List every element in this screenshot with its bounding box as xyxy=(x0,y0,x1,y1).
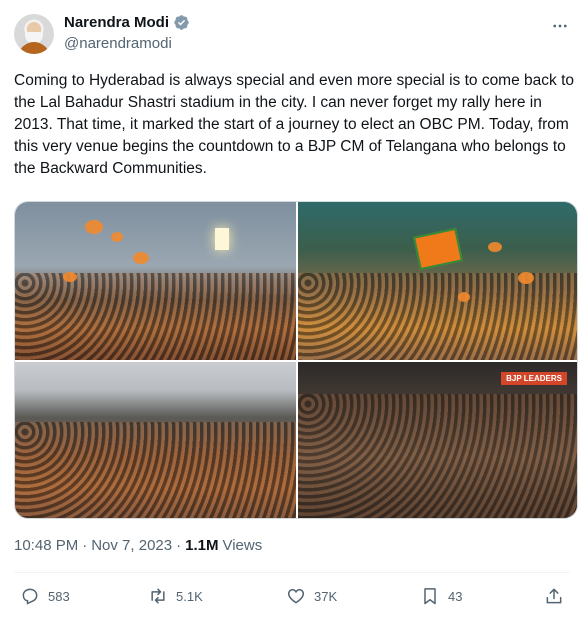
author-name-row: Narendra Modi xyxy=(64,14,190,31)
avatar[interactable] xyxy=(14,14,54,54)
verified-badge-icon xyxy=(174,15,189,30)
meta-separator: · xyxy=(82,537,88,554)
confetti xyxy=(133,252,149,264)
views-label: Views xyxy=(222,537,263,554)
tweet-metadata: 10:48 PM · Nov 7, 2023 · 1.1M Views xyxy=(14,537,262,554)
photo-2-flag-crowd[interactable] xyxy=(298,202,577,360)
repost-button[interactable]: 5.1K xyxy=(148,586,203,606)
repost-icon xyxy=(151,588,165,604)
reply-count: 583 xyxy=(48,588,70,604)
meta-separator: · xyxy=(176,537,182,554)
action-bar: 583 5.1K 37K 43 xyxy=(14,584,570,608)
crowd-texture xyxy=(15,422,296,518)
photo-4-night-crowd[interactable]: BJP LEADERS xyxy=(298,362,577,518)
more-options-icon[interactable] xyxy=(550,16,570,36)
like-count: 37K xyxy=(314,588,338,604)
repost-count: 5.1K xyxy=(176,588,203,604)
reply-button[interactable]: 583 xyxy=(20,586,70,606)
crowd-texture xyxy=(298,393,577,518)
floodlight xyxy=(215,228,229,250)
tweet-date[interactable]: Nov 7, 2023 xyxy=(91,537,172,554)
share-button[interactable] xyxy=(544,586,564,606)
confetti xyxy=(518,272,534,284)
author-display-name[interactable]: Narendra Modi xyxy=(64,14,169,31)
bookmark-button[interactable]: 43 xyxy=(420,586,462,606)
bookmark-count: 43 xyxy=(448,588,463,604)
share-icon xyxy=(546,588,562,604)
crowd-texture xyxy=(298,273,577,360)
author-handle[interactable]: @narendramodi xyxy=(64,35,172,52)
photo-3-stadium-crowd[interactable] xyxy=(15,362,296,518)
like-button[interactable]: 37K xyxy=(286,586,337,606)
confetti xyxy=(458,292,470,302)
bookmark-icon xyxy=(424,588,436,605)
avatar-vest xyxy=(18,42,50,54)
photo-1-crowd-confetti[interactable] xyxy=(15,202,296,360)
heart-icon xyxy=(287,588,305,604)
ellipsis-icon xyxy=(553,24,567,28)
divider xyxy=(14,572,570,573)
confetti xyxy=(85,220,103,234)
views-count: 1.1M xyxy=(185,537,219,554)
media-grid: BJP LEADERS xyxy=(14,201,578,519)
tweet-text: Coming to Hyderabad is always special an… xyxy=(14,72,574,177)
tweet-time[interactable]: 10:48 PM xyxy=(14,537,78,554)
stage-banner: BJP LEADERS xyxy=(501,372,567,385)
confetti xyxy=(111,232,123,242)
confetti xyxy=(63,272,77,282)
confetti xyxy=(488,242,502,252)
party-flag xyxy=(412,227,464,271)
reply-icon xyxy=(22,588,38,605)
crowd-texture xyxy=(15,273,296,360)
